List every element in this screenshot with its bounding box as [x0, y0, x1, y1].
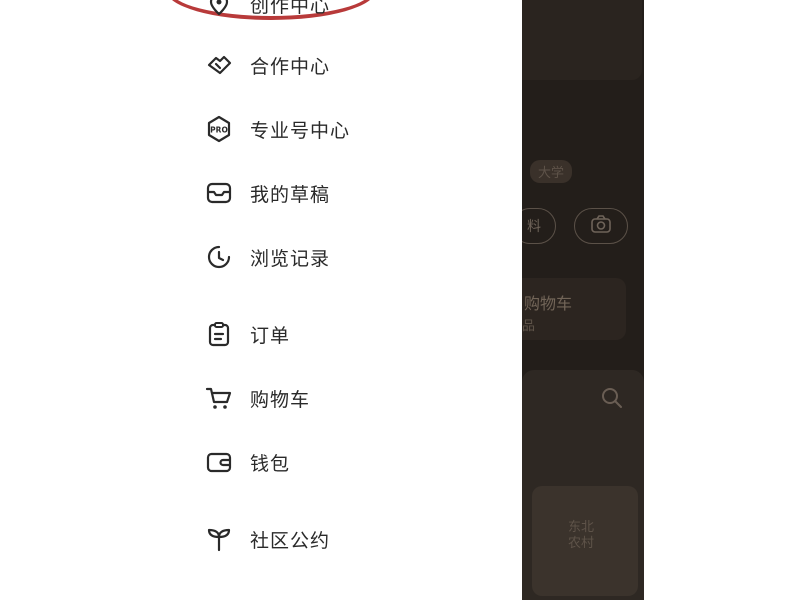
background-camera-pill: [574, 208, 628, 244]
menu-item-wallet[interactable]: 钱包: [204, 444, 290, 480]
wallet-icon: [204, 447, 234, 477]
shopping-cart-icon: [204, 383, 234, 413]
pro-badge-icon: PRO: [204, 114, 234, 144]
background-pill-label: 料: [527, 219, 541, 235]
search-icon: [600, 386, 624, 414]
handshake-icon: [204, 50, 234, 80]
menu-item-label: 专业号中心: [250, 119, 351, 142]
menu-item-label: 我的草稿: [250, 183, 331, 206]
dimmed-background-page[interactable]: 大学 料 购物车 品 东北 农村: [522, 0, 644, 600]
menu-item-creator-center[interactable]: 创作中心: [204, 0, 330, 22]
menu-item-label: 钱包: [250, 452, 291, 475]
screen: 创作中心 合作中心 PRO 专业号中心 我的草稿 浏览记录 订单 购物车 钱包 …: [0, 0, 800, 600]
menu-item-my-drafts[interactable]: 我的草稿: [204, 175, 330, 211]
outer-margin: [644, 0, 800, 600]
menu-item-label: 创作中心: [250, 0, 331, 17]
background-badge: 大学: [530, 160, 573, 183]
side-drawer: 创作中心 合作中心 PRO 专业号中心 我的草稿 浏览记录 订单 购物车 钱包 …: [0, 0, 522, 600]
draft-box-icon: [204, 178, 234, 208]
svg-text:PRO: PRO: [210, 126, 228, 135]
menu-item-collaboration-center[interactable]: 合作中心: [204, 47, 330, 83]
menu-item-shopping-cart[interactable]: 购物车: [204, 380, 310, 416]
background-shop-label: 购物车: [524, 294, 573, 313]
background-shop-sub: 品: [522, 319, 536, 334]
background-card: [522, 0, 642, 80]
menu-item-label: 合作中心: [250, 55, 331, 78]
menu-item-pro-center[interactable]: PRO 专业号中心: [204, 111, 350, 147]
menu-item-label: 浏览记录: [250, 247, 331, 270]
camera-icon: [591, 215, 611, 237]
history-clock-icon: [204, 242, 234, 272]
menu-item-label: 订单: [250, 324, 291, 347]
menu-item-label: 社区公约: [250, 529, 331, 552]
menu-item-browsing-history[interactable]: 浏览记录: [204, 239, 330, 275]
menu-item-label: 购物车: [250, 388, 311, 411]
creator-center-icon: [204, 0, 234, 19]
sprout-icon: [204, 524, 234, 554]
menu-item-community-guidelines[interactable]: 社区公约: [204, 521, 330, 557]
background-thumbnail-text: 东北 农村: [568, 520, 595, 551]
background-pill: 料: [522, 208, 556, 244]
menu-item-orders[interactable]: 订单: [204, 316, 290, 352]
clipboard-icon: [204, 319, 234, 349]
